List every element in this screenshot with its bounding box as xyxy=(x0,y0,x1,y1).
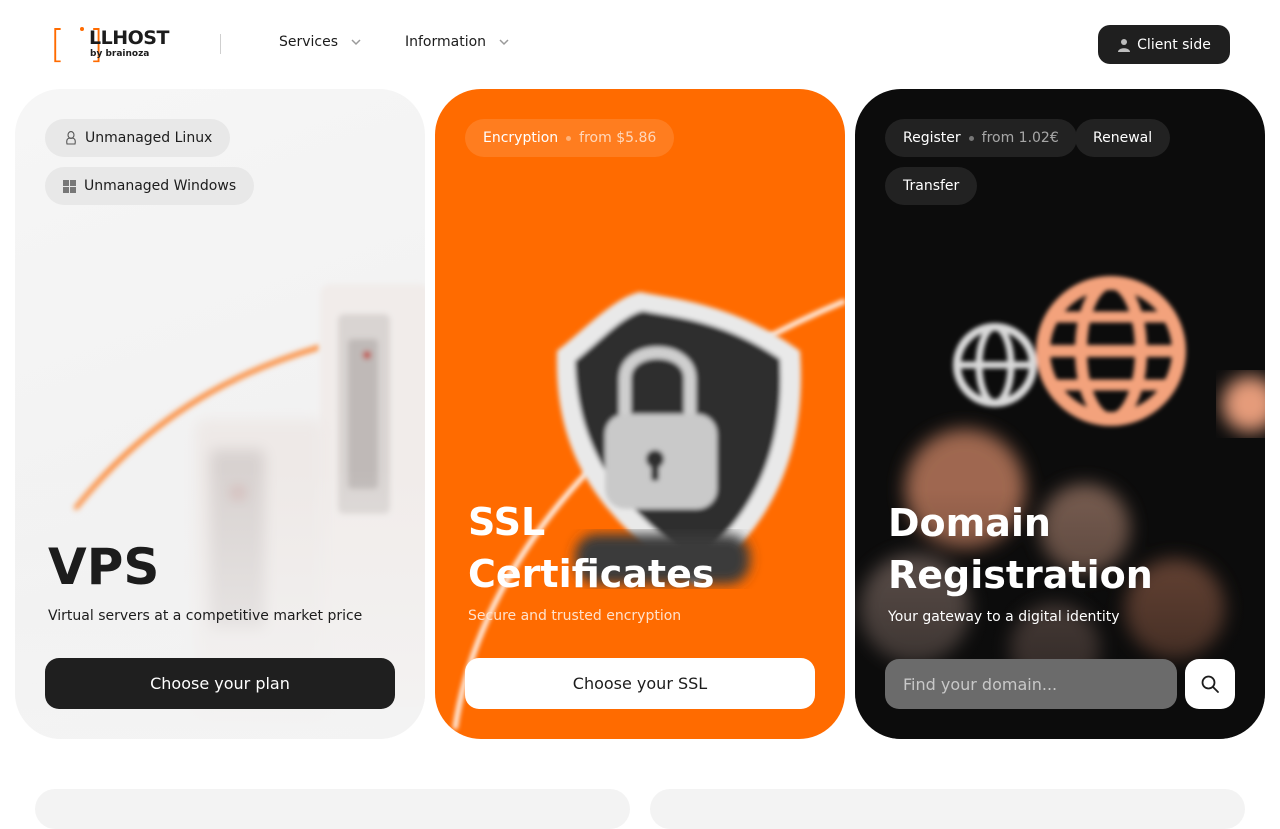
tag-label: Encryption xyxy=(483,130,559,146)
tag-label: Unmanaged Linux xyxy=(85,130,213,146)
header-divider xyxy=(220,34,221,54)
ssl-card: Encryption from $5.86 SSL Certificates S… xyxy=(435,89,845,739)
vps-subtitle: Virtual servers at a competitive market … xyxy=(48,608,363,624)
tag-unmanaged-windows[interactable]: Unmanaged Windows xyxy=(45,167,255,205)
domain-subtitle: Your gateway to a digital identity xyxy=(888,609,1120,625)
ssl-shield-illustration xyxy=(452,292,845,730)
linux-icon xyxy=(66,131,76,145)
tag-label: Transfer xyxy=(903,178,960,194)
site-header: [ ] LLHOST by brainoza Services Informat… xyxy=(0,0,1280,88)
domain-search-input[interactable] xyxy=(885,659,1177,709)
tag-unmanaged-linux[interactable]: Unmanaged Linux xyxy=(45,119,231,157)
vps-card: Unmanaged Linux Unmanaged Windows VPS Vi… xyxy=(15,89,425,739)
tag-price: from $5.86 xyxy=(579,130,657,146)
nav-services[interactable]: Services xyxy=(279,34,362,50)
choose-ssl-label: Choose your SSL xyxy=(572,674,708,693)
client-side-label: Client side xyxy=(1137,36,1211,53)
tag-label: Register xyxy=(903,130,961,146)
dot-separator xyxy=(566,135,572,141)
dot-separator xyxy=(968,135,974,141)
next-section-card-left xyxy=(35,789,630,829)
choose-plan-label: Choose your plan xyxy=(150,674,290,693)
vps-title: VPS xyxy=(48,538,160,596)
nav-information[interactable]: Information xyxy=(405,34,510,50)
tag-encryption[interactable]: Encryption from $5.86 xyxy=(465,119,675,157)
logo-dot xyxy=(80,27,84,31)
nav-information-label: Information xyxy=(405,34,487,50)
chevron-down-icon xyxy=(499,39,509,46)
choose-plan-button[interactable]: Choose your plan xyxy=(45,658,395,709)
next-section-card-right xyxy=(650,789,1245,829)
choose-ssl-button[interactable]: Choose your SSL xyxy=(465,658,815,709)
domain-title-line2: Registration xyxy=(888,553,1153,597)
tag-register[interactable]: Register from 1.02€ xyxy=(885,119,1077,157)
tag-price: from 1.02€ xyxy=(981,130,1059,146)
tag-renewal[interactable]: Renewal xyxy=(1075,119,1171,157)
chevron-down-icon xyxy=(351,39,361,46)
ssl-title-line2: Certificates xyxy=(468,552,715,596)
tag-transfer[interactable]: Transfer xyxy=(885,167,978,205)
brand-logo[interactable]: [ ] LLHOST by brainoza xyxy=(50,25,182,63)
ssl-title-line1: SSL xyxy=(468,500,546,544)
client-side-button[interactable]: Client side xyxy=(1098,25,1230,64)
brand-sub: by brainoza xyxy=(90,49,150,59)
brand-name: LLHOST xyxy=(89,27,169,49)
domain-title-line1: Domain xyxy=(888,501,1051,545)
search-icon xyxy=(1201,675,1219,693)
windows-icon xyxy=(63,179,76,193)
domain-search-button[interactable] xyxy=(1185,659,1235,709)
tag-label: Renewal xyxy=(1093,130,1153,146)
nav-services-label: Services xyxy=(279,34,339,50)
ssl-subtitle: Secure and trusted encryption xyxy=(468,608,682,624)
tag-label: Unmanaged Windows xyxy=(84,178,237,194)
domain-card: Register from 1.02€ Renewal Transfer Dom… xyxy=(855,89,1265,739)
user-icon xyxy=(1118,38,1131,52)
